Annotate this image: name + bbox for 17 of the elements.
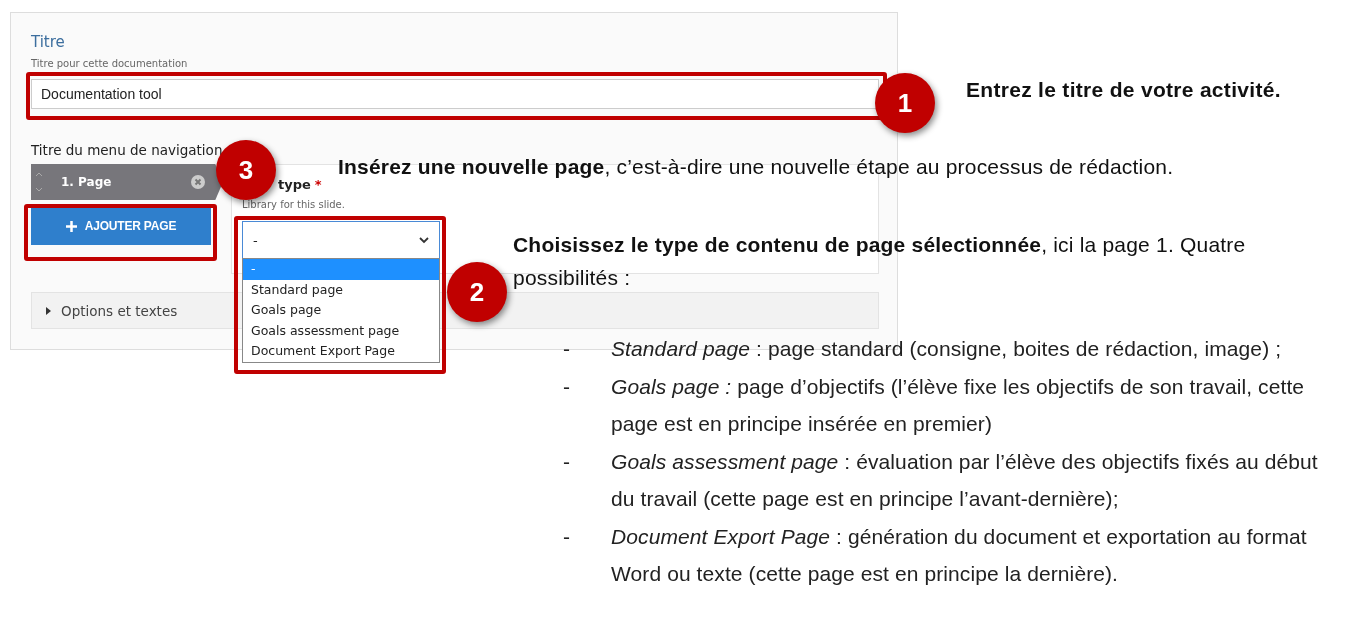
- instruction-text: Insérez une nouvelle page, c’est-à-dire une nouvelle étape au processus de rédaction.: [338, 155, 1174, 179]
- instruction-text: Entrez le titre de votre activité.: [966, 78, 1281, 102]
- list-item-text: Document Export Page : génération du document et exportation au format Word ou texte (cette page est en principe la dernière).: [611, 523, 1308, 587]
- callout-badge: 1: [875, 73, 935, 133]
- field-label: Titre: [31, 33, 66, 51]
- list-marker: -: [563, 523, 572, 550]
- list-marker: -: [563, 448, 572, 475]
- instruction-text: Choisissez le type de contenu de page sélectionnée, ici la page 1. Quatre possibilités :: [513, 232, 1247, 291]
- field-hint: Titre pour cette documentation: [31, 58, 188, 69]
- field-label: type: [278, 177, 311, 192]
- list-item-text: Goals page : page d’objectifs (l’élève fixe les objectifs de son travail, cette page est en principe insérée en premier): [611, 373, 1306, 437]
- list-marker: -: [563, 373, 572, 400]
- list-marker: -: [563, 336, 572, 362]
- list-item-text: Standard page : page standard (consigne, boites de rédaction, image) ;: [611, 336, 1283, 362]
- list-item-text: Goals assessment page : évaluation par l’élève des objectifs fixés au début du travail (cette page est en principe l’avant-dernière);: [611, 448, 1319, 512]
- field-hint: Library for this slide.: [242, 199, 345, 210]
- required-mark: *: [314, 177, 322, 192]
